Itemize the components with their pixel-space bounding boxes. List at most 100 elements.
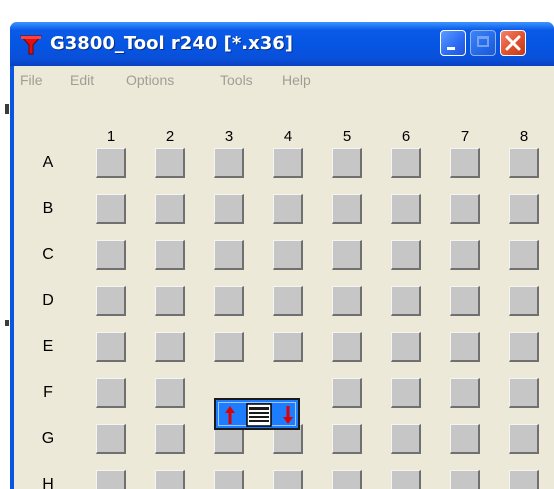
grid-cell-G8[interactable] xyxy=(509,424,539,454)
row-label-E: E xyxy=(42,338,54,355)
grid-cell-G2[interactable] xyxy=(155,424,185,454)
grid-cell-H8[interactable] xyxy=(509,470,539,489)
grid-cell-H6[interactable] xyxy=(391,470,421,489)
grid-cell-C8[interactable] xyxy=(509,240,539,270)
column-label-1: 1 xyxy=(106,128,116,145)
grid-cell-C1[interactable] xyxy=(96,240,126,270)
grid-cell-B8[interactable] xyxy=(509,194,539,224)
row-tool-popup[interactable] xyxy=(214,398,300,430)
row-label-F: F xyxy=(43,384,53,401)
row-label-H: H xyxy=(42,476,54,489)
menu-edit[interactable]: Edit xyxy=(70,71,94,89)
grid-cell-C5[interactable] xyxy=(332,240,362,270)
menu-bar: File Edit Options Tools Help xyxy=(14,66,554,94)
menu-help[interactable]: Help xyxy=(282,71,311,89)
close-button[interactable] xyxy=(500,30,526,56)
grid-cell-C3[interactable] xyxy=(214,240,244,270)
grid-cell-B2[interactable] xyxy=(155,194,185,224)
menu-tools[interactable]: Tools xyxy=(220,71,253,89)
grid-cell-C7[interactable] xyxy=(450,240,480,270)
grid-cell-C2[interactable] xyxy=(155,240,185,270)
grid-cell-F1[interactable] xyxy=(96,378,126,408)
arrow-up-icon[interactable] xyxy=(224,405,236,425)
grid-cell-E5[interactable] xyxy=(332,332,362,362)
title-bar[interactable]: G3800_Tool r240 [*.x36] xyxy=(10,22,554,66)
grid-cell-H5[interactable] xyxy=(332,470,362,489)
grid-cell-A2[interactable] xyxy=(155,148,185,178)
grid-cell-B4[interactable] xyxy=(273,194,303,224)
grid-cell-D1[interactable] xyxy=(96,286,126,316)
grid-cell-H1[interactable] xyxy=(96,470,126,489)
grid-cell-F6[interactable] xyxy=(391,378,421,408)
grid-cell-E1[interactable] xyxy=(96,332,126,362)
menu-file[interactable]: File xyxy=(20,71,43,89)
grid-cell-E6[interactable] xyxy=(391,332,421,362)
grid-cell-H2[interactable] xyxy=(155,470,185,489)
column-label-5: 5 xyxy=(342,128,352,145)
column-label-2: 2 xyxy=(165,128,175,145)
grid-cell-H3[interactable] xyxy=(214,470,244,489)
grid-cell-E8[interactable] xyxy=(509,332,539,362)
grid-cell-F5[interactable] xyxy=(332,378,362,408)
grid-cell-E4[interactable] xyxy=(273,332,303,362)
grid-cell-D3[interactable] xyxy=(214,286,244,316)
column-label-3: 3 xyxy=(224,128,234,145)
grid-cell-B6[interactable] xyxy=(391,194,421,224)
menu-options[interactable]: Options xyxy=(126,71,174,89)
grid-cell-B7[interactable] xyxy=(450,194,480,224)
grid-cell-E7[interactable] xyxy=(450,332,480,362)
background-mark xyxy=(5,104,9,114)
grid-cell-A7[interactable] xyxy=(450,148,480,178)
grid-cell-E3[interactable] xyxy=(214,332,244,362)
grid-cell-C6[interactable] xyxy=(391,240,421,270)
grid-cell-D7[interactable] xyxy=(450,286,480,316)
grid-cell-F8[interactable] xyxy=(509,378,539,408)
grid-cell-G5[interactable] xyxy=(332,424,362,454)
maximize-button[interactable] xyxy=(470,30,496,56)
grid-cell-A8[interactable] xyxy=(509,148,539,178)
app-window: G3800_Tool r240 [*.x36] File Edit Option… xyxy=(10,22,554,489)
row-label-C: C xyxy=(42,246,54,263)
maximize-icon xyxy=(477,36,489,47)
grid-cell-B3[interactable] xyxy=(214,194,244,224)
row-label-B: B xyxy=(42,200,54,217)
grid-cell-D8[interactable] xyxy=(509,286,539,316)
grid-cell-B5[interactable] xyxy=(332,194,362,224)
arrow-down-icon[interactable] xyxy=(282,405,294,425)
column-label-4: 4 xyxy=(283,128,293,145)
column-label-8: 8 xyxy=(519,128,529,145)
app-funnel-icon[interactable] xyxy=(20,34,42,56)
window-title: G3800_Tool r240 [*.x36] xyxy=(50,33,294,54)
row-label-G: G xyxy=(41,430,55,447)
grid-cell-D5[interactable] xyxy=(332,286,362,316)
minimize-icon xyxy=(447,47,455,50)
grid-cell-A3[interactable] xyxy=(214,148,244,178)
grid-cell-G1[interactable] xyxy=(96,424,126,454)
grid-cell-D6[interactable] xyxy=(391,286,421,316)
column-label-6: 6 xyxy=(401,128,411,145)
grid-cell-B1[interactable] xyxy=(96,194,126,224)
grid-cell-G6[interactable] xyxy=(391,424,421,454)
list-icon[interactable] xyxy=(246,403,272,427)
row-label-A: A xyxy=(42,154,54,171)
grid-cell-C4[interactable] xyxy=(273,240,303,270)
grid-cell-D2[interactable] xyxy=(155,286,185,316)
grid-cell-F7[interactable] xyxy=(450,378,480,408)
grid-cell-E2[interactable] xyxy=(155,332,185,362)
grid-cell-H4[interactable] xyxy=(273,470,303,489)
background-mark xyxy=(5,320,9,326)
grid-cell-A4[interactable] xyxy=(273,148,303,178)
grid-cell-D4[interactable] xyxy=(273,286,303,316)
grid-cell-A1[interactable] xyxy=(96,148,126,178)
minimize-button[interactable] xyxy=(440,30,466,56)
plate-grid: 1 2 3 4 5 6 7 8 A B C D E F G H xyxy=(14,94,554,489)
grid-cell-G7[interactable] xyxy=(450,424,480,454)
client-area: File Edit Options Tools Help 1 2 3 4 5 6 7 8 A B… xyxy=(14,66,554,489)
row-label-D: D xyxy=(42,292,54,309)
close-icon xyxy=(505,35,521,51)
grid-cell-A6[interactable] xyxy=(391,148,421,178)
grid-cell-H7[interactable] xyxy=(450,470,480,489)
column-label-7: 7 xyxy=(460,128,470,145)
grid-cell-A5[interactable] xyxy=(332,148,362,178)
grid-cell-F2[interactable] xyxy=(155,378,185,408)
